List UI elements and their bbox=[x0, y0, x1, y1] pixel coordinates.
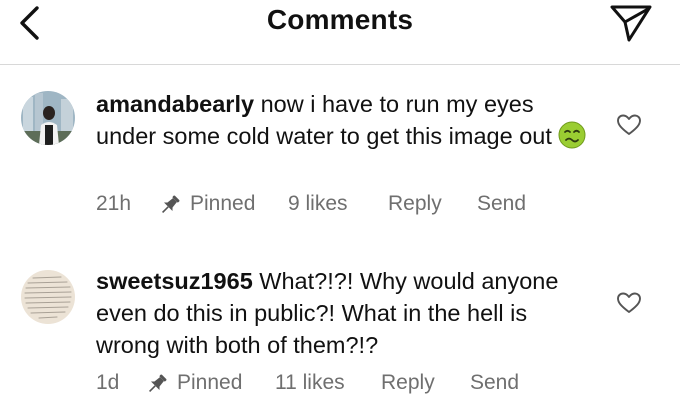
send-button[interactable]: Send bbox=[470, 371, 519, 395]
comment-time: 21h bbox=[96, 192, 132, 215]
nauseated-face-emoji bbox=[558, 121, 586, 149]
heart-icon bbox=[617, 292, 641, 313]
likes-count[interactable]: 9 likes bbox=[288, 192, 348, 216]
pinned-label: Pinned bbox=[190, 192, 256, 215]
pin-icon bbox=[162, 195, 180, 213]
header-bar: Comments bbox=[0, 0, 680, 66]
likes-count[interactable]: 11 likes bbox=[275, 371, 345, 395]
page-title: Comments bbox=[266, 4, 414, 35]
like-button[interactable] bbox=[616, 113, 642, 137]
header-divider bbox=[0, 64, 680, 65]
comment-text: amandabearly now i have to run my eyes u… bbox=[96, 88, 596, 152]
pin-icon bbox=[149, 374, 167, 392]
pinned-label: Pinned bbox=[177, 371, 243, 394]
comment-username[interactable]: sweetsuz1965 bbox=[96, 268, 253, 294]
paper-plane-icon bbox=[610, 5, 652, 42]
heart-icon bbox=[617, 114, 641, 135]
comment-text: sweetsuz1965 What?!?! Why would anyone e… bbox=[96, 265, 596, 361]
like-button[interactable] bbox=[616, 291, 642, 315]
avatar[interactable] bbox=[21, 270, 75, 324]
comment-time: 1d bbox=[96, 371, 120, 394]
send-button[interactable]: Send bbox=[477, 192, 526, 216]
reply-button[interactable]: Reply bbox=[381, 371, 435, 395]
comment-username[interactable]: amandabearly bbox=[96, 91, 254, 117]
reply-button[interactable]: Reply bbox=[388, 192, 442, 216]
avatar[interactable] bbox=[21, 91, 75, 145]
share-button[interactable] bbox=[608, 2, 654, 44]
